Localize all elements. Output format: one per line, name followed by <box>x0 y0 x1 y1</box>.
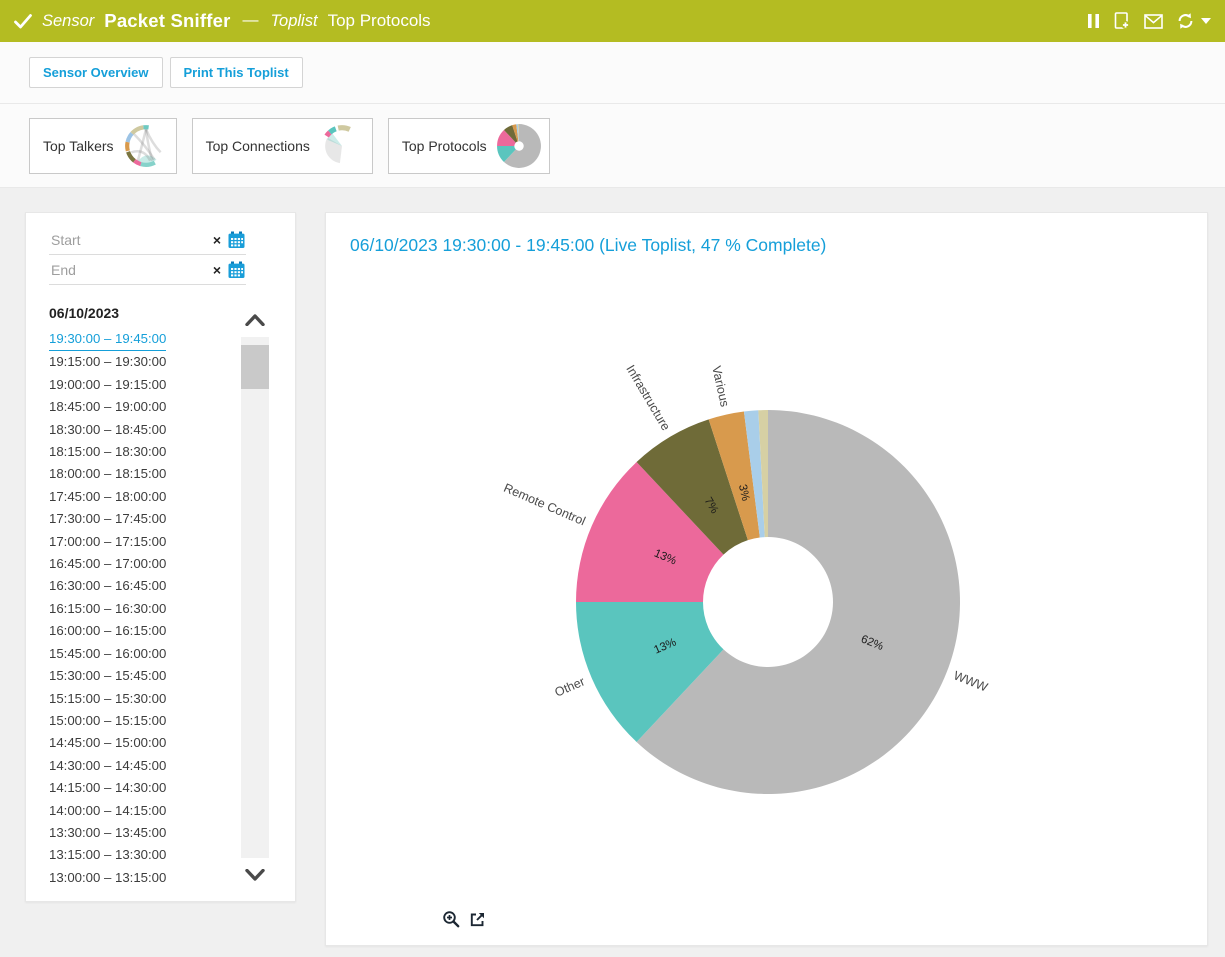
object-type-label: Sensor <box>42 12 94 31</box>
refresh-icon[interactable] <box>1176 12 1195 30</box>
thumb-arc <box>125 142 130 152</box>
chart-actions <box>442 910 1207 928</box>
pie-slice-label: Other <box>553 674 587 699</box>
report-add-icon[interactable] <box>1113 12 1131 30</box>
thumb-arc <box>130 125 143 135</box>
tab-top-connections[interactable]: Top Connections <box>192 118 373 174</box>
time-range-item[interactable]: 19:30:00 – 19:45:00 <box>49 328 166 351</box>
time-range-item[interactable]: 16:00:00 – 16:15:00 <box>49 620 166 642</box>
top-connections-thumbnail <box>319 123 365 169</box>
scroll-up-button[interactable] <box>241 305 269 335</box>
thumb-arc <box>338 125 351 132</box>
time-range-item[interactable]: 15:15:00 – 15:30:00 <box>49 688 166 710</box>
titlebar-actions <box>1087 12 1211 30</box>
time-range-item[interactable]: 14:00:00 – 14:15:00 <box>49 800 166 822</box>
list-scrollbar <box>241 305 269 890</box>
donut-chart: 62%WWW13%Other13%Remote Control7%Infrast… <box>441 268 1095 908</box>
thumb-arc <box>143 125 149 129</box>
toolbar: Sensor Overview Print This Toplist <box>0 42 1225 103</box>
sensor-name: Packet Sniffer <box>104 10 230 32</box>
tab-label: Top Connections <box>206 138 310 154</box>
chevron-down-icon[interactable] <box>1201 18 1211 24</box>
time-range-item[interactable]: 19:15:00 – 19:30:00 <box>49 351 166 373</box>
top-talkers-thumbnail <box>123 123 169 169</box>
time-range-item[interactable]: 15:00:00 – 15:15:00 <box>49 710 166 732</box>
scrollbar-track[interactable] <box>241 337 269 858</box>
time-range-item[interactable]: 18:15:00 – 18:30:00 <box>49 441 166 463</box>
sensor-overview-button[interactable]: Sensor Overview <box>29 57 163 88</box>
time-range-item[interactable]: 13:15:00 – 13:30:00 <box>49 844 166 866</box>
end-date-input[interactable] <box>49 261 207 279</box>
toplist-tabs: Top Talkers Top Connections Top Protocol… <box>0 104 1225 187</box>
time-range-item[interactable]: 14:30:00 – 14:45:00 <box>49 755 166 777</box>
time-range-item[interactable]: 15:45:00 – 16:00:00 <box>49 643 166 665</box>
time-range-item[interactable]: 16:30:00 – 16:45:00 <box>49 575 166 597</box>
pie-slice-label: Remote Control <box>502 481 588 529</box>
pie-slice-label: WWW <box>952 668 990 694</box>
time-range-item[interactable]: 18:00:00 – 18:15:00 <box>49 463 166 485</box>
start-date-row: × <box>49 225 246 255</box>
pie-slice-label: Infrastructure <box>623 363 673 434</box>
pie-slice-label: Various <box>709 365 732 409</box>
tab-top-protocols[interactable]: Top Protocols <box>388 118 550 174</box>
subheader: Sensor Overview Print This Toplist Top T… <box>0 42 1225 188</box>
open-external-icon[interactable] <box>469 911 486 928</box>
end-date-row: × <box>49 255 246 285</box>
page-title: Top Protocols <box>328 11 431 31</box>
main-area: × × <box>0 188 1225 957</box>
start-date-input[interactable] <box>49 231 207 249</box>
time-range-item[interactable]: 17:45:00 – 18:00:00 <box>49 486 166 508</box>
scroll-down-button[interactable] <box>241 860 269 890</box>
scrollbar-thumb[interactable] <box>241 345 269 389</box>
view-type-label: Toplist <box>270 12 317 31</box>
time-range-item[interactable]: 17:00:00 – 17:15:00 <box>49 531 166 553</box>
time-range-item[interactable]: 16:15:00 – 16:30:00 <box>49 598 166 620</box>
time-range-item[interactable]: 18:45:00 – 19:00:00 <box>49 396 166 418</box>
tab-label: Top Protocols <box>402 138 487 154</box>
print-toplist-button[interactable]: Print This Toplist <box>170 57 303 88</box>
calendar-icon[interactable] <box>227 261 246 279</box>
time-range-item[interactable]: 17:30:00 – 17:45:00 <box>49 508 166 530</box>
time-range-item[interactable]: 19:00:00 – 19:15:00 <box>49 374 166 396</box>
tab-top-talkers[interactable]: Top Talkers <box>29 118 177 174</box>
check-icon <box>14 14 32 29</box>
email-icon[interactable] <box>1144 14 1163 29</box>
clear-end-icon[interactable]: × <box>213 263 221 277</box>
time-range-panel: × × <box>25 212 296 902</box>
top-protocols-thumbnail <box>496 123 542 169</box>
time-range-item[interactable]: 13:30:00 – 13:45:00 <box>49 822 166 844</box>
time-range-item[interactable]: 18:30:00 – 18:45:00 <box>49 419 166 441</box>
clear-start-icon[interactable]: × <box>213 233 221 247</box>
calendar-icon[interactable] <box>227 231 246 249</box>
zoom-in-icon[interactable] <box>442 910 460 928</box>
pause-icon[interactable] <box>1087 13 1100 29</box>
time-range-item[interactable]: 13:00:00 – 13:15:00 <box>49 867 166 889</box>
time-range-item[interactable]: 16:45:00 – 17:00:00 <box>49 553 166 575</box>
toplist-interval-title: 06/10/2023 19:30:00 - 19:45:00 (Live Top… <box>350 235 1207 256</box>
thumb-arc <box>126 151 136 162</box>
tab-label: Top Talkers <box>43 138 114 154</box>
titlebar: Sensor Packet Sniffer — Toplist Top Prot… <box>0 0 1225 42</box>
time-range-item[interactable]: 14:15:00 – 14:30:00 <box>49 777 166 799</box>
title-separator: — <box>242 12 258 30</box>
toplist-chart-panel: 06/10/2023 19:30:00 - 19:45:00 (Live Top… <box>325 212 1208 946</box>
time-range-item[interactable]: 14:45:00 – 15:00:00 <box>49 732 166 754</box>
time-range-item[interactable]: 15:30:00 – 15:45:00 <box>49 665 166 687</box>
